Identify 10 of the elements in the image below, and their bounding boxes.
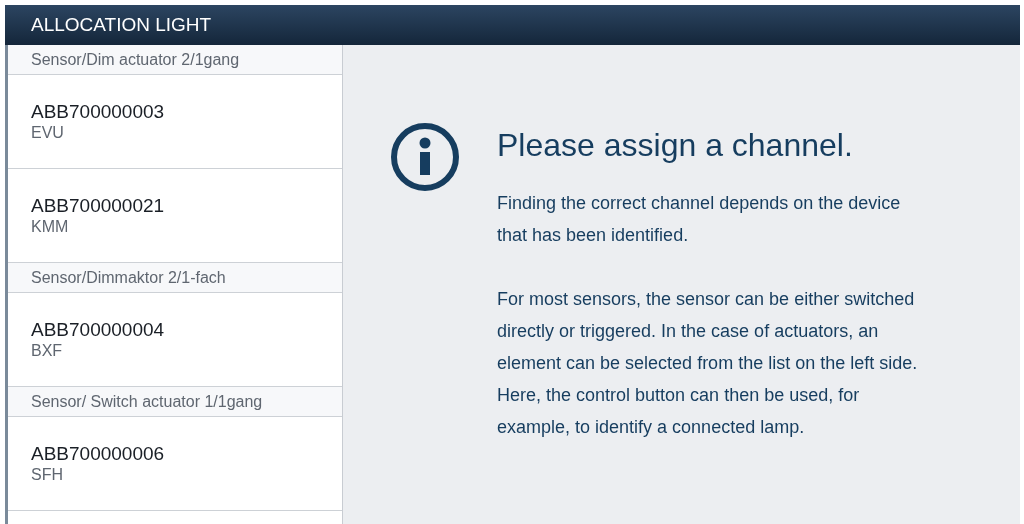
info-paragraph: For most sensors, the sensor can be either switched directly or triggered. In the case of actuators, an element can be selected from the list on the left side. Here, the control button can then be used, for example, to identify a connected lamp. xyxy=(497,288,919,439)
device-item[interactable]: ABB700000003 EVU xyxy=(8,75,342,169)
info-heading: Please assign a channel. xyxy=(497,126,854,165)
group-header: Sensor/Dimmaktor 2/1-fach xyxy=(8,263,342,293)
group-header: Sensor/ Switch actuator 1/1gang xyxy=(8,387,342,417)
info-paragraph: Finding the correct channel depends on the device that has been identified. xyxy=(497,192,902,247)
info-icon xyxy=(390,122,460,192)
device-item[interactable]: ABB700000006 SFH xyxy=(8,417,342,511)
window-title: ALLOCATION LIGHT xyxy=(31,14,212,36)
group-header: Sensor/Dim actuator 2/1gang xyxy=(8,45,342,75)
